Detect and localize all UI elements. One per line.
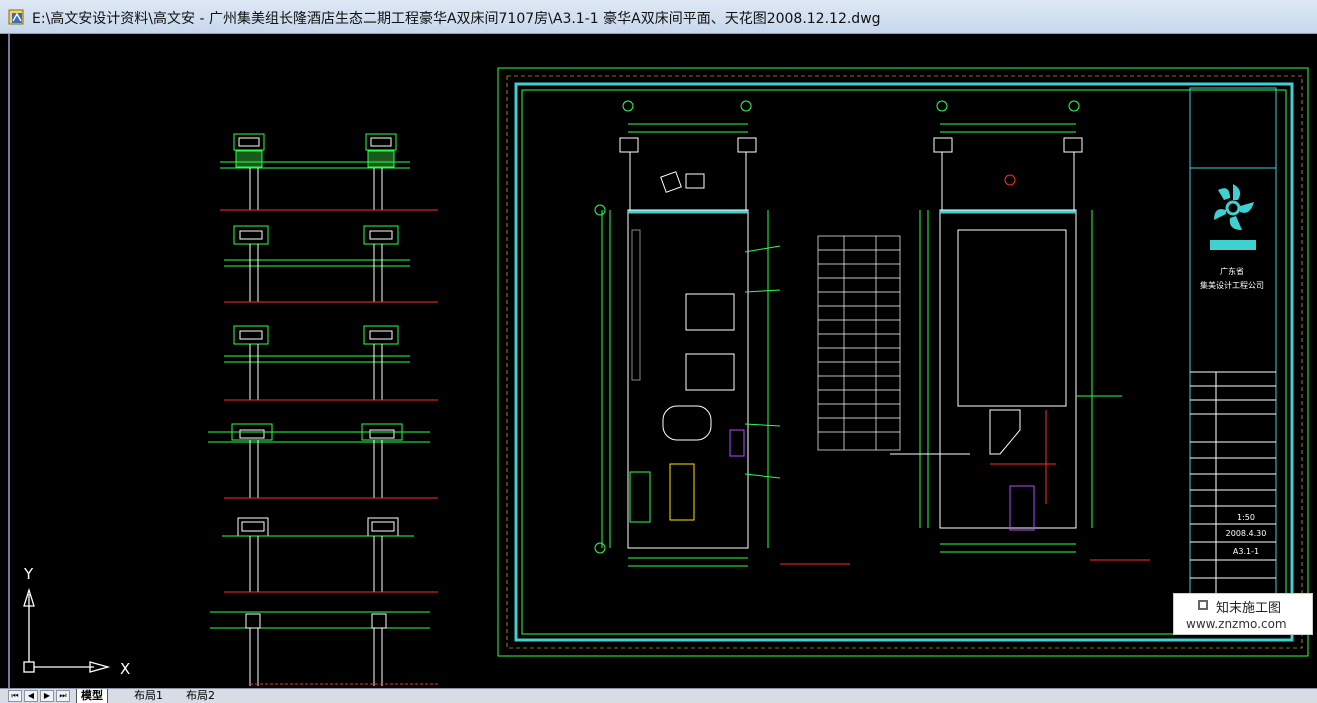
title-block xyxy=(1189,87,1277,623)
watermark-logo-icon xyxy=(1198,600,1208,610)
tab-layout1[interactable]: 布局1 xyxy=(130,689,167,703)
sheet-border xyxy=(497,67,1309,657)
last-tab-icon[interactable]: ⏭ xyxy=(56,690,70,702)
company-logo xyxy=(1210,184,1256,250)
watermark-url: www.znzmo.com xyxy=(1186,617,1287,631)
symbol-legend xyxy=(817,235,901,451)
autocad-file-icon xyxy=(8,9,24,25)
watermark-badge: 知末施工图 www.znzmo.com xyxy=(1173,593,1313,635)
scale-value: 1:50 xyxy=(1237,513,1255,522)
drawing-canvas[interactable]: Y X 广东省 集美设计工程公司 1:50 2008.4.30 A3.1-1 xyxy=(8,34,1317,688)
ucs-x-label: X xyxy=(120,660,130,678)
layout-tab-bar: ⏮ ◀ ▶ ⏭ 模型 布局1 布局2 xyxy=(0,688,1317,703)
wall-section-details xyxy=(208,133,440,686)
company-line2: 集美设计工程公司 xyxy=(1200,280,1264,290)
first-tab-icon[interactable]: ⏮ xyxy=(8,690,22,702)
floor-plan xyxy=(594,100,850,567)
company-line1: 广东省 xyxy=(1220,266,1244,276)
ucs-y-label: Y xyxy=(23,565,34,583)
sheet-number: A3.1-1 xyxy=(1233,547,1259,556)
next-tab-icon[interactable]: ▶ xyxy=(40,690,54,702)
tab-layout2[interactable]: 布局2 xyxy=(182,689,219,703)
window-titlebar: E:\高文安设计资料\高文安 - 广州集美组长隆酒店生态二期工程豪华A双床间71… xyxy=(0,0,1317,34)
tab-model[interactable]: 模型 xyxy=(76,689,108,703)
window-title: E:\高文安设计资料\高文安 - 广州集美组长隆酒店生态二期工程豪华A双床间71… xyxy=(32,11,881,27)
ceiling-plan xyxy=(890,100,1150,561)
ucs-icon xyxy=(23,587,111,673)
prev-tab-icon[interactable]: ◀ xyxy=(24,690,38,702)
date-value: 2008.4.30 xyxy=(1226,529,1267,538)
watermark-name: 知末施工图 xyxy=(1216,601,1282,616)
